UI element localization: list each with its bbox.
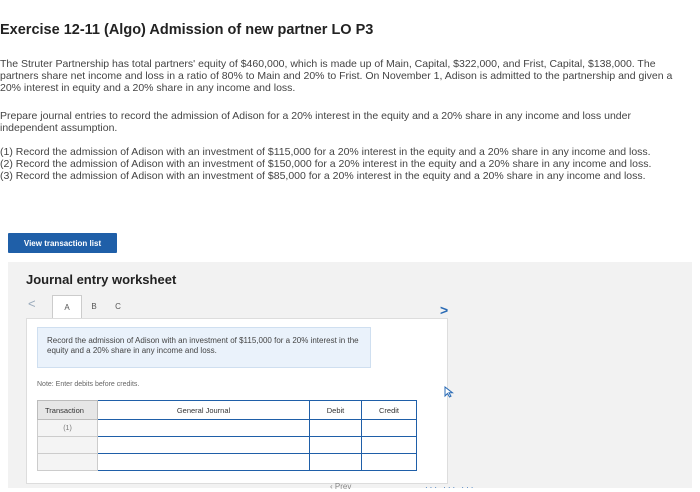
journal-entry-table: Transaction General Journal Debit Credit… (37, 400, 417, 471)
debit-cell[interactable] (309, 419, 362, 437)
general-journal-cell[interactable] (97, 419, 310, 437)
journal-entry-worksheet: Journal entry worksheet < A B C > Record… (8, 262, 692, 488)
requirements-list: (1) Record the admission of Adison with … (0, 146, 690, 182)
credit-cell[interactable] (361, 419, 417, 437)
debit-cell[interactable] (309, 453, 362, 471)
credit-cell[interactable] (361, 436, 417, 454)
next-worksheet-arrow-icon[interactable]: > (440, 303, 448, 317)
worksheet-title: Journal entry worksheet (26, 272, 177, 287)
worksheet-tabs: A B C (52, 295, 130, 319)
credit-header: Credit (361, 400, 417, 420)
transaction-header: Transaction (37, 400, 98, 420)
table-row (37, 436, 417, 454)
previous-worksheet-arrow-icon[interactable]: < (28, 297, 36, 311)
transaction-cell (37, 436, 98, 454)
debit-cell[interactable] (309, 436, 362, 454)
general-journal-cell[interactable] (97, 453, 310, 471)
requirement-item: (3) Record the admission of Adison with … (0, 170, 646, 182)
tab-a[interactable]: A (52, 295, 82, 319)
prev-button-label: Prev (334, 482, 352, 491)
table-row (37, 453, 417, 471)
debit-header: Debit (309, 400, 362, 420)
tab-c[interactable]: C (106, 295, 130, 317)
debit-credit-note: Note: Enter debits before credits. (37, 381, 140, 388)
prev-button[interactable]: ‹ Prev (330, 482, 351, 491)
exercise-title: Exercise 12-11 (Algo) Admission of new p… (0, 22, 374, 38)
general-journal-header: General Journal (97, 400, 310, 420)
view-transaction-list-button[interactable]: View transaction list (8, 233, 117, 253)
problem-description: The Struter Partnership has total partne… (0, 58, 673, 94)
requirement-item: (1) Record the admission of Adison with … (0, 146, 651, 158)
table-row: (1) (37, 419, 417, 437)
transaction-cell: (1) (37, 419, 98, 437)
mouse-cursor-icon (444, 386, 454, 398)
problem-instructions: Prepare journal entries to record the ad… (0, 110, 631, 134)
worksheet-body: Record the admission of Adison with an i… (26, 318, 448, 484)
general-journal-cell[interactable] (97, 436, 310, 454)
transaction-cell (37, 453, 98, 471)
transaction-instruction: Record the admission of Adison with an i… (37, 327, 371, 368)
table-header-row: Transaction General Journal Debit Credit (37, 400, 417, 420)
requirement-item: (2) Record the admission of Adison with … (0, 158, 652, 170)
credit-cell[interactable] (361, 453, 417, 471)
tab-b[interactable]: B (82, 295, 106, 317)
